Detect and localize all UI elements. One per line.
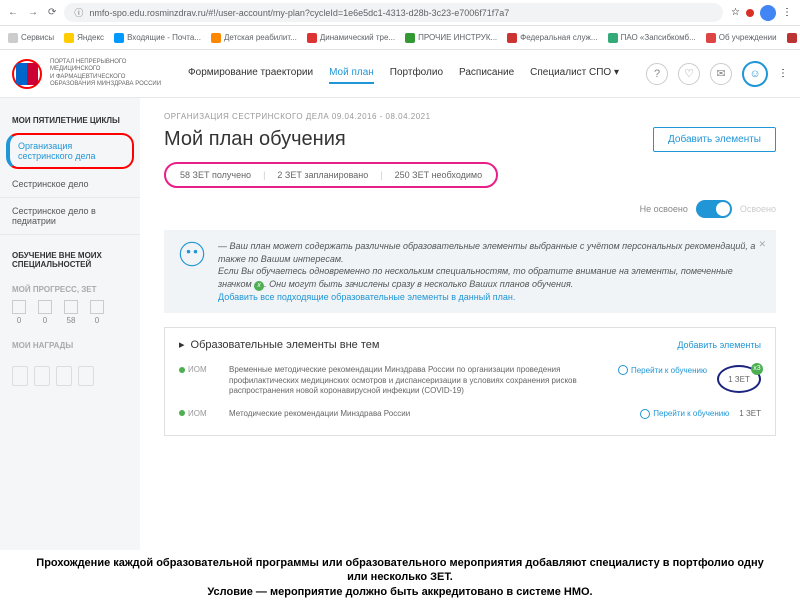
edu-section: ▸Образовательные элементы вне тем Добави… [164,327,776,436]
progress-item: 0 [90,300,104,325]
sidebar-outside-heading: ОБУЧЕНИЕ ВНЕ МОИХ СПЕЦИАЛЬНОСТЕЙ [0,245,140,275]
edu-add-link[interactable]: Добавить элементы [677,340,761,350]
bookmark-item[interactable]: ПРОЧИЕ ИНСТРУК... [405,33,497,43]
lock-icon: ⓘ [74,6,83,19]
bookmarks-bar: Сервисы Яндекс Входящие - Почта... Детск… [0,26,800,50]
bell-icon[interactable]: ♡ [678,63,700,85]
sidebar-item-org[interactable]: Организация сестринского дела [6,133,134,169]
progress-item: 58 [64,300,78,325]
avatar[interactable] [760,5,776,21]
user-icon[interactable]: ☺ [742,61,768,87]
toggle-label-left: Не освоено [640,204,688,214]
sidebar-awards-heading: МОИ НАГРАДЫ [0,335,140,356]
toggle-label-right: Освоено [740,204,776,214]
go-to-study-link[interactable]: Перейти к обучению [618,365,707,375]
robot-icon [178,240,206,268]
info-link[interactable]: Добавить все подходящие образовательные … [218,291,762,304]
bookmark-item[interactable]: ПАО «Запсибкомб... [608,33,696,43]
nav-schedule[interactable]: Расписание [459,63,514,84]
nav-trajectory[interactable]: Формирование траектории [188,63,313,84]
edu-item: ИОМ Временные методические рекомендации … [179,359,761,402]
stats-bar: 58 ЗЕТ получено| 2 ЗЕТ запланировано| 25… [164,162,498,188]
sidebar-progress-heading: МОЙ ПРОГРЕСС, ЗЕТ [12,285,128,294]
app-header: ПОРТАЛ НЕПРЕРЫВНОГОМЕДИЦИНСКОГО И ФАРМАЦ… [0,50,800,98]
progress-item: 0 [38,300,52,325]
badge-icon: x [254,281,264,291]
toggle-switch[interactable] [696,200,732,218]
edu-item: ИОМ Методические рекомендации Минздрава … [179,403,761,425]
add-elements-button[interactable]: Добавить элементы [653,127,776,152]
edu-desc: Методические рекомендации Минздрава Росс… [229,409,630,419]
url-text: nmfo-spo.edu.rosminzdrav.ru/#!/user-acco… [89,8,509,18]
star-icon[interactable]: ☆ [731,7,740,18]
help-icon[interactable]: ? [646,63,668,85]
progress-item: 0 [12,300,26,325]
bookmark-item[interactable]: Детская реабилит... [211,33,297,43]
nav-specialist[interactable]: Специалист СПО ▾ [530,63,619,84]
stat-required: 250 ЗЕТ необходимо [395,170,482,180]
play-icon [618,365,628,375]
footer-caption: Прохождение каждой образовательной прогр… [0,550,800,605]
logo-icon [12,59,42,89]
nav-myplan[interactable]: Мой план [329,63,374,84]
play-icon [640,409,650,419]
bookmark-item[interactable]: Входящие - Почта... [114,33,201,43]
stat-received: 58 ЗЕТ получено [180,170,251,180]
zet-text: 1 ЗЕТ [739,409,761,418]
bookmark-item[interactable]: Сервисы [8,33,54,43]
edu-desc: Временные методические рекомендации Минз… [229,365,608,396]
nav-portfolio[interactable]: Портфолио [390,63,443,84]
bookmark-item[interactable]: Об учреждении [706,33,777,43]
page-title: Мой план обучения [164,128,346,151]
sidebar-item-ped[interactable]: Сестринское дело в педиатрии [0,198,140,235]
info-box: — Ваш план может содержать различные обр… [164,230,776,313]
bookmark-item[interactable]: Динамический тре... [307,33,395,43]
go-to-study-link[interactable]: Перейти к обучению [640,409,729,419]
browser-toolbar: ← → ⟳ ⓘ nmfo-spo.edu.rosminzdrav.ru/#!/u… [0,0,800,26]
iom-badge: ИОМ [179,409,219,418]
bookmark-item[interactable]: Тюменская госуда... [787,33,800,43]
awards-row [0,356,140,396]
status-dot [746,9,754,17]
sidebar-item-sestr[interactable]: Сестринское дело [0,171,140,198]
org-label: ОРГАНИЗАЦИЯ СЕСТРИНСКОГО ДЕЛА 09.04.2016… [164,112,776,121]
zet-badge: 1 ЗЕТx3 [717,365,761,393]
menu-icon[interactable]: ⋮ [782,7,792,18]
edu-section-title: ▸Образовательные элементы вне тем [179,338,379,351]
stat-planned: 2 ЗЕТ запланировано [277,170,368,180]
bookmark-item[interactable]: Федеральная служ... [507,33,597,43]
bookmark-item[interactable]: Яндекс [64,33,104,43]
url-bar[interactable]: ⓘ nmfo-spo.edu.rosminzdrav.ru/#!/user-ac… [64,3,723,22]
sidebar-cycles-heading: МОИ ПЯТИЛЕТНИЕ ЦИКЛЫ [0,110,140,131]
close-icon[interactable]: ✕ [758,238,766,251]
reload-icon[interactable]: ⟳ [48,7,56,18]
back-icon[interactable]: ← [8,7,18,18]
main-content: ОРГАНИЗАЦИЯ СЕСТРИНСКОГО ДЕЛА 09.04.2016… [140,98,800,550]
logo-text: ПОРТАЛ НЕПРЕРЫВНОГОМЕДИЦИНСКОГО И ФАРМАЦ… [50,59,161,88]
message-icon[interactable]: ✉ [710,63,732,85]
menu-dots-icon[interactable]: ⋮ [778,68,788,79]
sidebar: МОИ ПЯТИЛЕТНИЕ ЦИКЛЫ Организация сестрин… [0,98,140,550]
iom-badge: ИОМ [179,365,219,374]
forward-icon[interactable]: → [28,7,38,18]
